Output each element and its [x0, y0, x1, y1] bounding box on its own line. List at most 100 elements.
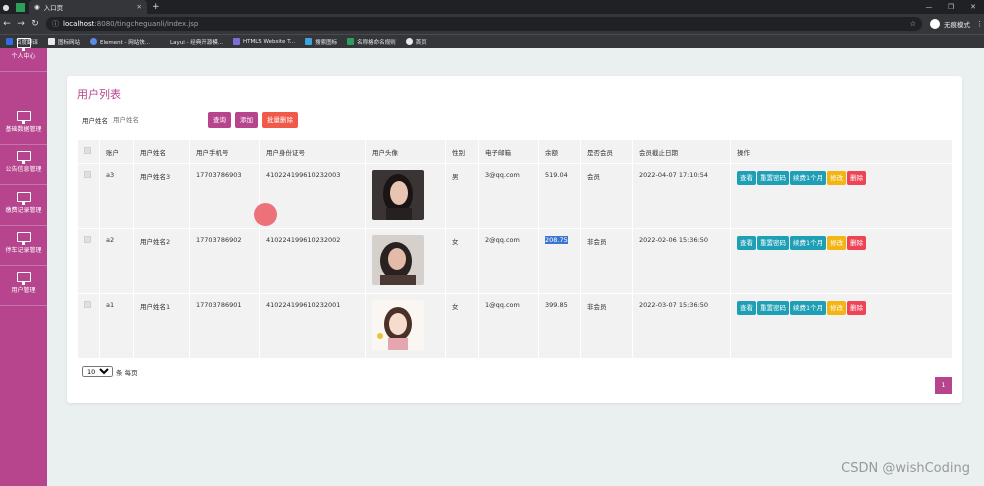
delete-button[interactable]: 删除: [847, 171, 867, 185]
browser-tab[interactable]: ◉ 入口页 ✕: [29, 0, 147, 14]
address-bar-row: ← → ↻ ⓘ localhost:8080/tingcheguanli/ind…: [0, 14, 984, 34]
bookmark-icon: [305, 38, 313, 45]
cell-phone: 17703786902: [189, 228, 260, 294]
incognito-icon[interactable]: [930, 19, 940, 29]
avatar: [372, 300, 424, 350]
bookmark-icon: [48, 38, 56, 45]
new-tab-button[interactable]: +: [152, 2, 160, 12]
chrome-menu-icon[interactable]: ●: [0, 3, 12, 12]
row-select-cell[interactable]: [77, 293, 100, 359]
sidebar-item-users[interactable]: 用户管理: [0, 266, 47, 306]
search-input[interactable]: [113, 113, 191, 127]
add-button[interactable]: 添加: [235, 112, 258, 128]
cell-phone: 17703786901: [189, 293, 260, 359]
sidebar-item-label: 个人中心: [11, 53, 36, 60]
sidebar-item-label: 用户管理: [11, 287, 36, 294]
page-number-button[interactable]: 1: [935, 377, 952, 394]
renew-button[interactable]: 续费1个月: [790, 301, 827, 315]
row-select-cell[interactable]: [77, 228, 100, 294]
bookmark-item[interactable]: 名称格命名规则: [347, 38, 396, 46]
page-title: 用户列表: [77, 88, 121, 101]
sidebar: 个人中心 基础数据管理 公告信息管理 缴费记录管理 停车记录管理 用户管理: [0, 38, 47, 486]
sidebar-item-payment[interactable]: 缴费记录管理: [0, 186, 47, 226]
app-icon[interactable]: [16, 2, 25, 12]
reset-password-button[interactable]: 重置密码: [757, 236, 789, 250]
sidebar-item-personal[interactable]: 个人中心: [0, 32, 47, 72]
url-host: localhost: [63, 20, 95, 28]
reload-icon[interactable]: ↻: [28, 19, 42, 29]
close-window-icon[interactable]: ✕: [962, 3, 984, 11]
edit-button[interactable]: 修改: [827, 301, 847, 315]
bookmark-item[interactable]: Element - 网站快...: [90, 38, 150, 46]
cell-gender: 男: [445, 163, 479, 229]
reset-password-button[interactable]: 重置密码: [757, 301, 789, 315]
cell-name: 用户姓名1: [133, 293, 190, 359]
bookmark-label: 搜索图标: [315, 39, 338, 46]
close-tab-icon[interactable]: ✕: [137, 3, 142, 11]
query-button[interactable]: 查询: [208, 112, 231, 128]
delete-button[interactable]: 删除: [847, 236, 867, 250]
cell-member: 会员: [580, 163, 633, 229]
bookmark-icon: [232, 38, 240, 45]
balance-selected-text: 208.75: [545, 236, 568, 244]
select-all-checkbox[interactable]: [84, 147, 91, 154]
renew-button[interactable]: 续费1个月: [790, 171, 827, 185]
edit-button[interactable]: 修改: [827, 171, 847, 185]
cell-actions: 查看 重置密码 续费1个月 修改 删除: [730, 228, 953, 294]
url-input[interactable]: ⓘ localhost:8080/tingcheguanli/index.jsp…: [46, 17, 922, 31]
edit-button[interactable]: 修改: [827, 236, 847, 250]
column-header: 用户姓名: [133, 139, 190, 164]
view-button[interactable]: 查看: [737, 301, 756, 315]
url-path: :8080/tingcheguanli/index.jsp: [94, 20, 199, 28]
bookmark-item[interactable]: 首页: [405, 38, 427, 46]
avatar: [372, 170, 424, 220]
header-select-all[interactable]: [77, 139, 100, 164]
minimize-icon[interactable]: —: [918, 3, 940, 11]
batch-delete-button[interactable]: 批量删除: [262, 112, 298, 128]
delete-button[interactable]: 删除: [847, 301, 867, 315]
main-area: 用户列表 用户姓名 查询 添加 批量删除 账户 用户姓名 用户手机号 用户身份证…: [47, 48, 984, 486]
bookmark-item[interactable]: Layui - 经典开源模...: [160, 38, 223, 46]
reset-password-button[interactable]: 重置密码: [757, 171, 789, 185]
cell-gender: 女: [445, 228, 479, 294]
monitor-icon: [16, 38, 31, 51]
row-checkbox[interactable]: [84, 301, 91, 308]
back-icon[interactable]: ←: [0, 19, 14, 29]
search-bar: 用户姓名 查询 添加 批量删除: [82, 112, 302, 128]
cell-id-card: 410224199610232002: [259, 228, 366, 294]
bookmark-item[interactable]: HTML5 Website T...: [232, 38, 296, 45]
cell-phone: 17703786903: [189, 163, 260, 229]
bookmark-item[interactable]: 图标网站: [48, 38, 80, 46]
view-button[interactable]: 查看: [737, 171, 756, 185]
cell-id-card: 410224199610232001: [259, 293, 366, 359]
restore-icon[interactable]: ❐: [940, 3, 962, 11]
menu-dots-icon[interactable]: ⋮: [976, 20, 983, 28]
cell-balance: 399.85: [538, 293, 581, 359]
bookmark-item[interactable]: 搜索图标: [305, 38, 337, 46]
cell-account: a2: [99, 228, 134, 294]
forward-icon[interactable]: →: [14, 19, 28, 29]
row-checkbox[interactable]: [84, 236, 91, 243]
page-size-select[interactable]: 10: [82, 366, 113, 377]
renew-button[interactable]: 续费1个月: [790, 236, 827, 250]
row-select-cell[interactable]: [77, 163, 100, 229]
row-checkbox[interactable]: [84, 171, 91, 178]
cell-name: 用户姓名3: [133, 163, 190, 229]
cell-name: 用户姓名2: [133, 228, 190, 294]
bookmark-label: HTML5 Website T...: [242, 38, 296, 45]
sidebar-item-notice[interactable]: 公告信息管理: [0, 145, 47, 185]
column-header: 性别: [445, 139, 479, 164]
cell-avatar: [365, 228, 446, 294]
column-header: 账户: [99, 139, 134, 164]
page-size-control: 10 条 每页: [82, 366, 138, 377]
column-header: 是否会员: [580, 139, 633, 164]
bookmark-star-icon[interactable]: ☆: [910, 20, 916, 28]
sidebar-item-parking[interactable]: 停车记录管理: [0, 226, 47, 266]
cell-email: 3@qq.com: [478, 163, 539, 229]
profile-label[interactable]: 无痕模式: [944, 19, 970, 29]
view-button[interactable]: 查看: [737, 236, 756, 250]
sidebar-item-basic-data[interactable]: 基础数据管理: [0, 105, 47, 145]
sidebar-item-label: 基础数据管理: [5, 126, 42, 133]
monitor-icon: [16, 272, 31, 285]
info-icon[interactable]: ⓘ: [52, 19, 59, 29]
